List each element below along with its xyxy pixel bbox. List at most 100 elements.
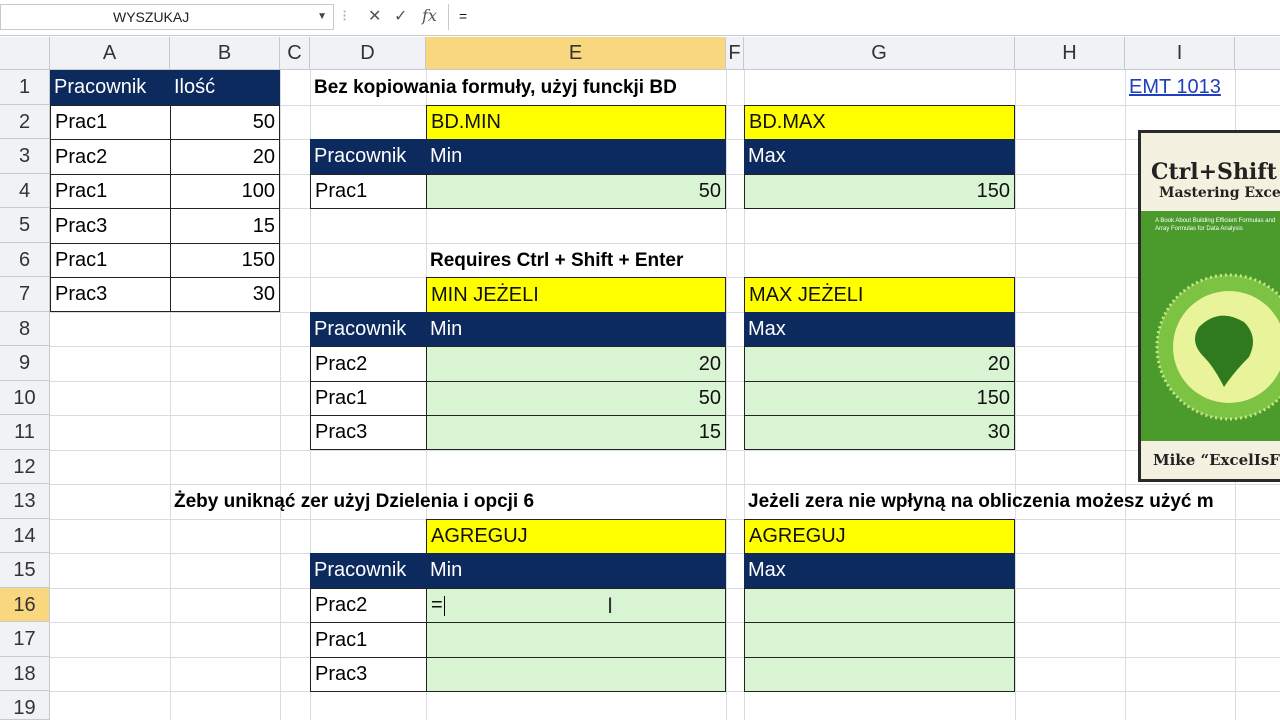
section1-cell-max[interactable]: 150 [744,174,1015,209]
section2-cell-max[interactable]: 30 [744,415,1015,450]
column-header-e[interactable]: E [426,37,726,70]
row-header-12[interactable]: 12 [0,450,50,484]
section1-max-function-label[interactable]: BD.MAX [744,105,1015,140]
section3-cell-max[interactable] [744,657,1015,692]
section2-cell-max[interactable]: 20 [744,346,1015,382]
row-header-8[interactable]: 8 [0,312,50,346]
row-header-17[interactable]: 17 [0,622,50,657]
source-cell-value[interactable]: 100 [170,174,280,209]
section3-cell-name[interactable]: Prac1 [310,622,427,658]
book-author: Mike “ExcelIsF [1153,451,1280,469]
source-header-pracownik[interactable]: Pracownik [50,70,170,105]
section2-cell-min[interactable]: 20 [426,346,726,382]
section2-cell-name[interactable]: Prac1 [310,381,427,416]
name-box[interactable]: WYSZUKAJ ▼ [0,4,334,30]
section3-cell-name[interactable]: Prac2 [310,588,427,623]
section2-header-pracownik[interactable]: Pracownik [310,312,426,346]
source-cell-name[interactable]: Prac2 [50,139,171,175]
section2-cell-min[interactable]: 50 [426,381,726,416]
row-header-6[interactable]: 6 [0,243,50,277]
cancel-icon[interactable]: ✕ [368,6,381,26]
cell-editing-text: = [431,594,443,616]
section3-header-max[interactable]: Max [744,553,1015,588]
section3-cell-name[interactable]: Prac3 [310,657,427,692]
column-header-i[interactable]: I [1125,37,1235,70]
emt-link[interactable]: EMT 1013 [1125,70,1235,105]
section2-header-min[interactable]: Min [426,312,726,346]
book-cover-image: Ctrl+Shift Mastering Excel Ar A Book Abo… [1138,130,1280,482]
section2-cell-min[interactable]: 15 [426,415,726,450]
section1-header-pracownik[interactable]: Pracownik [310,139,426,174]
section3-cell-min-active[interactable]: = I [426,588,726,623]
book-title-band: Ctrl+Shift Mastering Excel Ar [1141,133,1280,211]
column-header-j[interactable] [1235,37,1280,70]
ibeam-cursor-icon: I [607,593,614,618]
section1-cell-min[interactable]: 50 [426,174,726,209]
section3-cell-max[interactable] [744,588,1015,623]
row-header-11[interactable]: 11 [0,415,50,450]
chevron-down-icon[interactable]: ▼ [317,5,327,29]
section2-cell-max[interactable]: 150 [744,381,1015,416]
column-header-a[interactable]: A [50,37,170,70]
section2-title: Requires Ctrl + Shift + Enter [430,249,684,271]
source-cell-name[interactable]: Prac3 [50,277,171,312]
section1-cell-name[interactable]: Prac1 [310,174,427,209]
source-header-ilosc[interactable]: Ilość [170,70,280,105]
section2-min-function-label[interactable]: MIN JEŻELI [426,277,726,313]
insert-function-icon[interactable]: fx [422,6,437,25]
text-cursor [443,595,445,616]
section2-header-max[interactable]: Max [744,312,1015,346]
section2-max-function-label[interactable]: MAX JEŻELI [744,277,1015,313]
section3-cell-min[interactable] [426,657,726,692]
column-header-f[interactable]: F [726,37,744,70]
section1-header-max[interactable]: Max [744,139,1015,174]
row-header-18[interactable]: 18 [0,657,50,691]
book-title: Ctrl+Shift [1151,159,1277,185]
source-cell-name[interactable]: Prac1 [50,174,171,209]
section3-header-pracownik[interactable]: Pracownik [310,553,426,588]
row-header-7[interactable]: 7 [0,277,50,312]
source-cell-value[interactable]: 150 [170,243,280,278]
section3-cell-min[interactable] [426,622,726,658]
source-cell-name[interactable]: Prac3 [50,208,171,244]
column-header-g[interactable]: G [744,37,1015,70]
formula-buttons: ⁝ ✕ ✓ fx [336,4,446,30]
row-header-16[interactable]: 16 [0,588,50,622]
row-header-2[interactable]: 2 [0,105,50,139]
row-header-14[interactable]: 14 [0,519,50,553]
section3-cell-max[interactable] [744,622,1015,658]
section1-min-function-label[interactable]: BD.MIN [426,105,726,140]
row-header-9[interactable]: 9 [0,346,50,381]
section3-min-function-label[interactable]: AGREGUJ [426,519,726,554]
column-header-d[interactable]: D [310,37,426,70]
section1-title: Bez kopiowania formuły, użyj funckji BD [314,76,677,98]
row-header-15[interactable]: 15 [0,553,50,588]
section1-header-min[interactable]: Min [426,139,726,174]
select-all-corner[interactable] [0,37,50,70]
row-header-4[interactable]: 4 [0,174,50,208]
source-cell-name[interactable]: Prac1 [50,105,171,140]
column-header-c[interactable]: C [280,37,310,70]
enter-icon[interactable]: ✓ [394,6,407,26]
column-header-h[interactable]: H [1015,37,1125,70]
formula-input[interactable]: = [448,4,1280,30]
column-header-b[interactable]: B [170,37,280,70]
section2-cell-name[interactable]: Prac2 [310,346,427,382]
row-header-1[interactable]: 1 [0,70,50,105]
section3-max-function-label[interactable]: AGREGUJ [744,519,1015,554]
row-header-3[interactable]: 3 [0,139,50,174]
source-cell-value[interactable]: 20 [170,139,280,175]
row-header-10[interactable]: 10 [0,381,50,415]
row-header-5[interactable]: 5 [0,208,50,243]
source-cell-value[interactable]: 30 [170,277,280,312]
source-cell-name[interactable]: Prac1 [50,243,171,278]
book-tagline: A Book About Building Efficient Formulas… [1155,218,1276,232]
row-header-19[interactable]: 19 [0,691,50,720]
row-header-13[interactable]: 13 [0,484,50,519]
source-cell-value[interactable]: 15 [170,208,280,244]
section2-cell-name[interactable]: Prac3 [310,415,427,450]
source-cell-value[interactable]: 50 [170,105,280,140]
section3-header-min[interactable]: Min [426,553,726,588]
resize-handle-icon[interactable]: ⁝ [342,6,347,26]
globe-icon [1155,273,1280,421]
